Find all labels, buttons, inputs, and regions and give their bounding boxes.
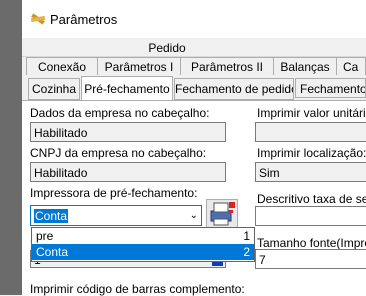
tamanho-fonte-input[interactable]: 7 [255, 249, 366, 269]
label-codigo-barras: Imprimir código de barras complemento: [30, 282, 245, 296]
dados-empresa-select[interactable]: Habilitado [30, 122, 226, 142]
label-impressora: Impressora de pré-fechamento: [30, 186, 198, 200]
list-item-selected[interactable]: Conta 2 [32, 244, 254, 260]
label-imprimir-valor: Imprimir valor unitário: [257, 106, 366, 120]
imprimir-localizacao-value: Sim [259, 166, 280, 180]
descritivo-taxa-input[interactable] [255, 206, 366, 226]
window-title: Parâmetros [50, 12, 118, 27]
dados-empresa-value: Habilitado [34, 126, 88, 140]
tab-balancas[interactable]: Balanças [273, 57, 337, 76]
tab-conexao[interactable]: Conexão [26, 57, 98, 76]
list-item-number: 1 [243, 229, 250, 243]
label-cnpj-empresa: CNPJ da empresa no cabeçalho: [30, 146, 207, 160]
label-imprimir-localizacao: Imprimir localização: [257, 146, 366, 160]
list-item-number: 2 [243, 245, 250, 259]
subtab-fechamento-pedido[interactable]: Fechamento de pedido [174, 78, 294, 100]
impressora-dropdown[interactable]: Conta ⌄ [30, 205, 202, 226]
subtab-pre-fechamento[interactable]: Pré-fechamento [81, 76, 173, 101]
impressora-value: Conta [34, 209, 69, 223]
tab-parametros-i[interactable]: Parâmetros I [97, 57, 181, 76]
imprimir-localizacao-select[interactable]: Sim [255, 162, 366, 182]
list-item[interactable]: pre 1 [32, 228, 254, 244]
impressora-dropdown-list: pre 1 Conta 2 [31, 227, 255, 262]
chevron-down-icon[interactable]: ⌄ [190, 206, 198, 225]
cnpj-empresa-select[interactable]: Habilitado [30, 162, 226, 182]
app-icon [30, 13, 46, 25]
imprimir-valor-select[interactable] [255, 122, 366, 142]
list-item-name: Conta [36, 245, 69, 259]
subtab-cozinha[interactable]: Cozinha [28, 78, 80, 100]
tab-pedido[interactable]: Pedido [22, 40, 312, 56]
background-window-edge [0, 0, 22, 295]
cnpj-empresa-value: Habilitado [34, 166, 88, 180]
list-item-name: pre [36, 229, 54, 243]
printer-icon[interactable] [206, 199, 238, 229]
label-descritivo-taxa: Descritivo taxa de serv [257, 192, 366, 206]
label-dados-empresa: Dados da empresa no cabeçalho: [30, 106, 210, 120]
subtab-fechamento-c[interactable]: Fechamento c [295, 78, 366, 98]
tamanho-fonte-value: 7 [259, 253, 266, 267]
label-tamanho-fonte: Tamanho fonte(Impres [257, 236, 366, 250]
tab-parametros-ii[interactable]: Parâmetros II [180, 57, 274, 76]
tab-ca[interactable]: Ca [336, 57, 366, 75]
